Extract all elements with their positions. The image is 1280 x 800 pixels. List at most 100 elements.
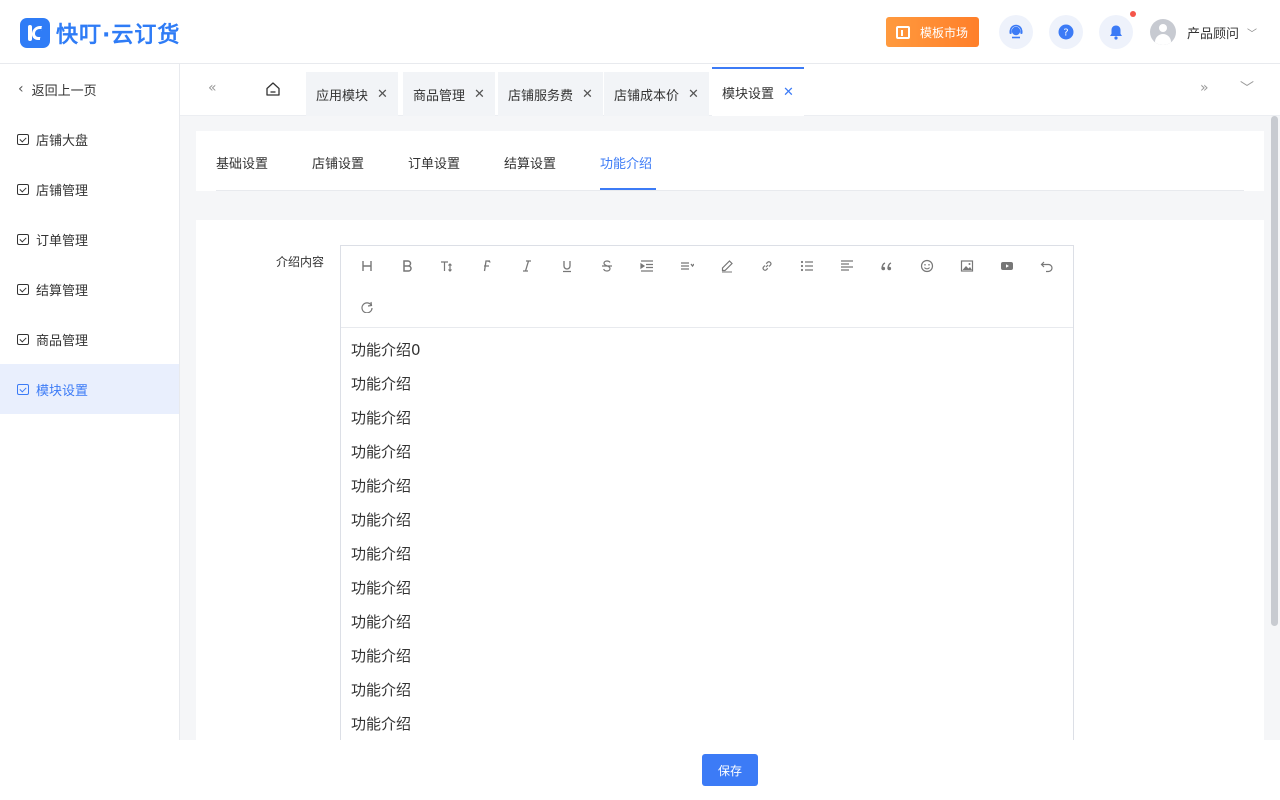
main-card: 介绍内容 功能介绍0 功能介绍 功能介绍 功能介绍 功能介绍 功能介绍 功能介绍…	[196, 220, 1264, 740]
sidebar-item-order-management[interactable]: 订单管理	[0, 214, 179, 264]
rich-text-editor: 功能介绍0 功能介绍 功能介绍 功能介绍 功能介绍 功能介绍 功能介绍 功能介绍…	[340, 245, 1074, 740]
content-line: 功能介绍	[351, 579, 412, 597]
double-chevron-right-icon[interactable]: »	[1200, 80, 1209, 96]
tab-label: 模块设置	[722, 87, 775, 102]
subtab-feature-intro[interactable]: 功能介绍	[600, 153, 652, 172]
sidebar-item-label: 店铺管理	[36, 183, 89, 199]
chevron-left-icon: ‹	[18, 81, 24, 97]
emoji-icon[interactable]	[917, 256, 937, 276]
avatar	[1150, 19, 1176, 45]
sidebar-item-module-settings[interactable]: 模块设置	[0, 364, 179, 414]
redo-icon[interactable]	[357, 296, 377, 316]
pen-icon[interactable]	[717, 256, 737, 276]
content-line: 功能介绍	[351, 715, 412, 733]
tab-product-management[interactable]: 商品管理 ✕	[403, 72, 495, 116]
font-size-icon[interactable]	[437, 256, 457, 276]
sidebar-item-label: 店铺大盘	[36, 133, 89, 149]
sidebar: ‹ 返回上一页 店铺大盘 店铺管理 订单管理 结算管理 商品管理 模块设置	[0, 64, 180, 800]
tab-label: 商品管理	[413, 88, 466, 104]
line-height-icon[interactable]	[677, 256, 697, 276]
help-icon[interactable]: ?	[1049, 15, 1083, 49]
menu-icon	[17, 333, 29, 345]
link-icon[interactable]	[757, 256, 777, 276]
active-subtab-indicator	[600, 188, 656, 190]
font-family-icon[interactable]	[477, 256, 497, 276]
tab-store-cost-price[interactable]: 店铺成本价 ✕	[604, 72, 709, 116]
sidebar-item-store-dashboard[interactable]: 店铺大盘	[0, 114, 179, 164]
close-icon[interactable]: ✕	[688, 87, 699, 102]
menu-icon	[17, 383, 29, 395]
close-icon[interactable]: ✕	[582, 87, 593, 102]
content-line: 功能介绍	[351, 613, 412, 631]
align-left-icon[interactable]	[837, 256, 857, 276]
sidebar-item-product-management[interactable]: 商品管理	[0, 314, 179, 364]
quote-icon[interactable]	[877, 256, 897, 276]
subtab-settlement-settings[interactable]: 结算设置	[504, 153, 556, 172]
content-line: 功能介绍	[351, 409, 412, 427]
subtab-order-settings[interactable]: 订单设置	[408, 153, 460, 172]
logo-text: 快叮·云订货	[56, 23, 181, 48]
content-line: 功能介绍	[351, 443, 412, 461]
sidebar-item-label: 订单管理	[36, 233, 89, 249]
close-icon[interactable]: ✕	[377, 87, 388, 102]
editor-content[interactable]: 功能介绍0 功能介绍 功能介绍 功能介绍 功能介绍 功能介绍 功能介绍 功能介绍…	[341, 328, 1073, 740]
video-icon[interactable]	[997, 256, 1017, 276]
editor-toolbar	[341, 246, 1073, 328]
content-line: 功能介绍	[351, 545, 412, 563]
tab-app-modules[interactable]: 应用模块 ✕	[306, 72, 398, 116]
subtab-basic-settings[interactable]: 基础设置	[216, 153, 268, 172]
strikethrough-icon[interactable]	[597, 256, 617, 276]
settings-subtabs: 基础设置 店铺设置 订单设置 结算设置 功能介绍	[196, 131, 1264, 191]
menu-icon	[17, 183, 29, 195]
tab-store-service-fee[interactable]: 店铺服务费 ✕	[498, 72, 603, 116]
sidebar-item-label: 模块设置	[36, 383, 89, 399]
bell-icon[interactable]	[1099, 15, 1133, 49]
save-button[interactable]: 保存	[702, 754, 758, 786]
tab-label: 应用模块	[316, 88, 369, 104]
service-icon[interactable]	[999, 15, 1033, 49]
list-icon[interactable]	[797, 256, 817, 276]
template-market-button[interactable]: 模板市场	[886, 17, 979, 47]
back-label: 返回上一页	[31, 83, 97, 99]
template-icon	[896, 25, 910, 39]
top-header: 快叮·云订货 模板市场 ? 产品顾问 ﹀	[0, 0, 1280, 64]
tab-module-settings[interactable]: 模块设置 ✕	[712, 67, 804, 116]
bold-icon[interactable]	[397, 256, 417, 276]
indent-icon[interactable]	[637, 256, 657, 276]
undo-icon[interactable]	[1037, 256, 1057, 276]
content-line: 功能介绍0	[351, 341, 421, 359]
back-button[interactable]: ‹ 返回上一页	[18, 78, 97, 100]
subtab-divider	[216, 190, 1244, 191]
subtab-store-settings[interactable]: 店铺设置	[312, 153, 364, 172]
heading-icon[interactable]	[357, 256, 377, 276]
tab-label: 店铺成本价	[614, 88, 680, 104]
sidebar-item-settlement-management[interactable]: 结算管理	[0, 264, 179, 314]
image-icon[interactable]	[957, 256, 977, 276]
tab-label: 店铺服务费	[508, 88, 574, 104]
logo[interactable]: 快叮·云订货	[20, 17, 180, 49]
underline-icon[interactable]	[557, 256, 577, 276]
close-icon[interactable]: ✕	[474, 87, 485, 102]
menu-icon	[17, 233, 29, 245]
italic-icon[interactable]	[517, 256, 537, 276]
template-market-label: 模板市场	[920, 25, 969, 40]
menu-icon	[17, 283, 29, 295]
sidebar-item-label: 商品管理	[36, 333, 89, 349]
double-chevron-left-icon[interactable]: «	[208, 80, 217, 96]
home-icon[interactable]	[264, 80, 282, 98]
chevron-down-icon[interactable]: ﹀	[1240, 78, 1254, 98]
notification-dot	[1130, 11, 1136, 17]
content-line: 功能介绍	[351, 477, 412, 495]
footer-bar: 保存	[0, 740, 1280, 800]
user-menu[interactable]: 产品顾问 ﹀	[1150, 19, 1257, 45]
close-icon[interactable]: ✕	[783, 85, 794, 100]
sidebar-item-store-management[interactable]: 店铺管理	[0, 164, 179, 214]
page-scrollbar[interactable]	[1271, 116, 1278, 626]
content-line: 功能介绍	[351, 375, 412, 393]
sidebar-item-label: 结算管理	[36, 283, 89, 299]
menu-icon	[17, 133, 29, 145]
tab-bar: « 应用模块 ✕ 商品管理 ✕ 店铺服务费 ✕ 店铺成本价 ✕ 模块设置 ✕ »…	[180, 64, 1280, 116]
content-line: 功能介绍	[351, 511, 412, 529]
chevron-down-icon: ﹀	[1247, 28, 1258, 40]
user-name: 产品顾问	[1187, 26, 1240, 42]
